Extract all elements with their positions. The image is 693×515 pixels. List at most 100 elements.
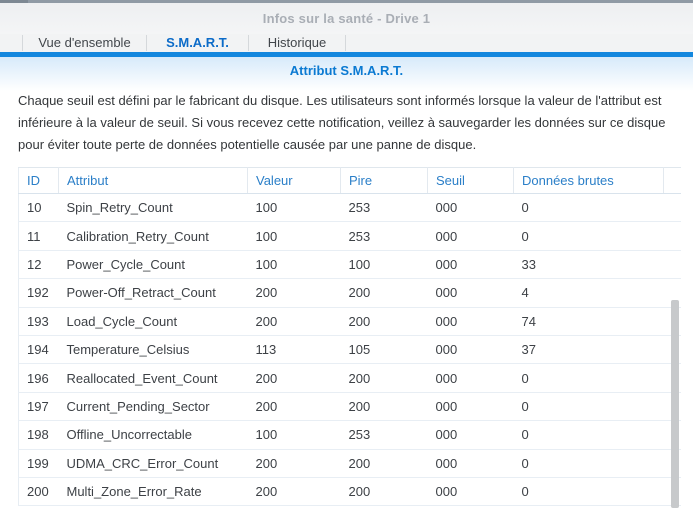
- table-row[interactable]: 194 Temperature_Celsius 113 105 000 37: [18, 335, 681, 365]
- cell-id: 10: [18, 193, 59, 223]
- cell-attribute: Calibration_Retry_Count: [58, 221, 248, 251]
- cell-value: 100: [247, 193, 341, 223]
- table-row[interactable]: 193 Load_Cycle_Count 200 200 000 74: [18, 307, 681, 336]
- cell-worst: 200: [340, 477, 428, 507]
- cell-worst: 100: [340, 250, 428, 280]
- cell-raw-data: 74: [513, 307, 664, 336]
- cell-attribute: Power_Cycle_Count: [58, 250, 248, 280]
- cell-worst: 253: [340, 193, 428, 223]
- cell-raw-data: 0: [513, 477, 664, 507]
- table-row[interactable]: 196 Reallocated_Event_Count 200 200 000 …: [18, 363, 681, 393]
- tab-vue-densemble[interactable]: Vue d'ensemble: [23, 35, 147, 51]
- section-title: Attribut S.M.A.R.T.: [289, 63, 404, 78]
- cell-value: 200: [247, 278, 341, 308]
- cell-attribute: Offline_Uncorrectable: [58, 420, 248, 450]
- cell-worst: 200: [340, 363, 428, 393]
- cell-threshold: 000: [427, 335, 514, 365]
- cell-attribute: Power-Off_Retract_Count: [58, 278, 248, 308]
- table-row[interactable]: 10 Spin_Retry_Count 100 253 000 0: [18, 193, 681, 223]
- cell-attribute: Multi_Zone_Error_Rate: [58, 477, 248, 507]
- cell-id: 196: [18, 363, 59, 393]
- description-text: Chaque seuil est défini par le fabricant…: [18, 93, 666, 152]
- cell-worst: 105: [340, 335, 428, 365]
- cell-value: 200: [247, 363, 341, 393]
- cell-attribute: Spin_Retry_Count: [58, 193, 248, 223]
- cell-id: 194: [18, 335, 59, 365]
- table-row[interactable]: 12 Power_Cycle_Count 100 100 000 33: [18, 250, 681, 280]
- column-header-worst: Pire: [340, 167, 428, 194]
- cell-threshold: 000: [427, 193, 514, 223]
- cell-attribute: Load_Cycle_Count: [58, 307, 248, 336]
- tab-smart[interactable]: S.M.A.R.T.: [147, 35, 249, 51]
- smart-attributes-table: ID Attribut Valeur Pire Seuil Données br…: [18, 167, 681, 507]
- cell-attribute: Reallocated_Event_Count: [58, 363, 248, 393]
- table-row[interactable]: 198 Offline_Uncorrectable 100 253 000 0: [18, 420, 681, 450]
- table-row[interactable]: 192 Power-Off_Retract_Count 200 200 000 …: [18, 278, 681, 308]
- cell-raw-data: 0: [513, 392, 664, 422]
- tab-historique[interactable]: Historique: [249, 35, 346, 51]
- cell-value: 100: [247, 250, 341, 280]
- cell-threshold: 000: [427, 363, 514, 393]
- cell-value: 200: [247, 392, 341, 422]
- cell-value: 200: [247, 477, 341, 507]
- cell-threshold: 000: [427, 449, 514, 478]
- cell-attribute: UDMA_CRC_Error_Count: [58, 449, 248, 478]
- cell-id: 11: [18, 221, 59, 251]
- cell-threshold: 000: [427, 250, 514, 280]
- cell-id: 193: [18, 307, 59, 336]
- cell-id: 198: [18, 420, 59, 450]
- cell-id: 200: [18, 477, 59, 507]
- cell-value: 100: [247, 221, 341, 251]
- table-row[interactable]: 200 Multi_Zone_Error_Rate 200 200 000 0: [18, 477, 681, 507]
- cell-threshold: 000: [427, 420, 514, 450]
- scrollbar-thumb[interactable]: [671, 300, 679, 508]
- column-header-id: ID: [18, 167, 59, 194]
- cell-value: 200: [247, 449, 341, 478]
- cell-value: 100: [247, 420, 341, 450]
- cell-threshold: 000: [427, 278, 514, 308]
- cell-worst: 200: [340, 449, 428, 478]
- cell-raw-data: 0: [513, 363, 664, 393]
- cell-raw-data: 4: [513, 278, 664, 308]
- cell-threshold: 000: [427, 392, 514, 422]
- table-row[interactable]: 11 Calibration_Retry_Count 100 253 000 0: [18, 221, 681, 251]
- cell-worst: 253: [340, 221, 428, 251]
- cell-attribute: Temperature_Celsius: [58, 335, 248, 365]
- cell-id: 12: [18, 250, 59, 280]
- cell-id: 192: [18, 278, 59, 308]
- cell-worst: 200: [340, 307, 428, 336]
- cell-threshold: 000: [427, 477, 514, 507]
- cell-id: 197: [18, 392, 59, 422]
- cell-value: 200: [247, 307, 341, 336]
- cell-worst: 200: [340, 278, 428, 308]
- cell-spacer: [663, 221, 681, 251]
- cell-raw-data: 0: [513, 221, 664, 251]
- cell-spacer: [663, 193, 681, 223]
- section-header: Attribut S.M.A.R.T.: [0, 57, 693, 91]
- cell-worst: 200: [340, 392, 428, 422]
- cell-threshold: 000: [427, 307, 514, 336]
- cell-threshold: 000: [427, 221, 514, 251]
- titlebar[interactable]: Infos sur la santé - Drive 1: [0, 3, 693, 34]
- table-row[interactable]: 197 Current_Pending_Sector 200 200 000 0: [18, 392, 681, 422]
- table-header-row: ID Attribut Valeur Pire Seuil Données br…: [18, 167, 681, 194]
- column-header-raw-data: Données brutes: [513, 167, 664, 194]
- cell-attribute: Current_Pending_Sector: [58, 392, 248, 422]
- cell-raw-data: 33: [513, 250, 664, 280]
- cell-raw-data: 0: [513, 449, 664, 478]
- tab-bar: Vue d'ensemble S.M.A.R.T. Historique: [0, 34, 693, 52]
- column-header-value: Valeur: [247, 167, 341, 194]
- cell-raw-data: 0: [513, 420, 664, 450]
- table-row[interactable]: 199 UDMA_CRC_Error_Count 200 200 000 0: [18, 449, 681, 478]
- cell-worst: 253: [340, 420, 428, 450]
- window-title: Infos sur la santé - Drive 1: [262, 11, 431, 26]
- column-header-threshold: Seuil: [427, 167, 514, 194]
- tabbar-spacer: [0, 35, 23, 51]
- cell-raw-data: 37: [513, 335, 664, 365]
- cell-value: 113: [247, 335, 341, 365]
- column-header-spacer: [663, 167, 681, 194]
- cell-spacer: [663, 250, 681, 280]
- cell-raw-data: 0: [513, 193, 664, 223]
- cell-id: 199: [18, 449, 59, 478]
- column-header-attribute: Attribut: [58, 167, 248, 194]
